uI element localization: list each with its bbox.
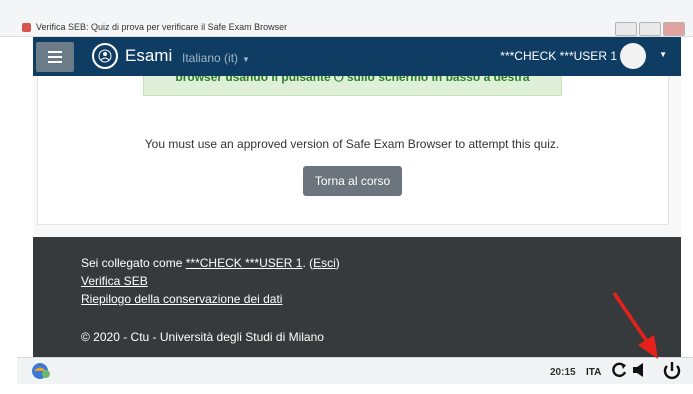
menu-toggle-button[interactable] bbox=[36, 42, 74, 72]
back-to-course-button[interactable]: Torna al corso bbox=[303, 166, 402, 196]
profile-link[interactable]: ***CHECK ***USER 1 bbox=[186, 256, 303, 270]
logout-link[interactable]: Esci bbox=[313, 256, 336, 270]
hamburger-icon bbox=[48, 51, 62, 63]
language-label: Italiano (it) bbox=[182, 51, 239, 65]
logged-in-info: Sei collegato come ***CHECK ***USER 1. (… bbox=[81, 256, 340, 270]
seb-required-message: You must use an approved version of Safe… bbox=[144, 137, 560, 151]
site-brand[interactable]: Esami bbox=[125, 46, 172, 66]
maximize-button[interactable] bbox=[639, 22, 661, 36]
logged-close: ) bbox=[335, 256, 340, 270]
privacy-line: Riepilogo della conservazione dei dati bbox=[81, 292, 282, 306]
avatar[interactable] bbox=[620, 43, 646, 69]
copyright: © 2020 - Ctu - Università degli Studi di… bbox=[81, 330, 324, 344]
window-controls bbox=[615, 22, 685, 36]
university-logo-icon[interactable] bbox=[92, 43, 118, 69]
window-titlebar: Verifica SEB: Quiz di prova per verifica… bbox=[0, 0, 693, 37]
keyboard-layout[interactable]: ITA bbox=[586, 367, 601, 378]
chevron-down-icon: ▼ bbox=[242, 55, 250, 64]
alert-text: browser usando il pulsante ⏻ sullo scher… bbox=[175, 76, 530, 84]
minimize-button[interactable] bbox=[615, 22, 637, 36]
verify-seb-line: Verifica SEB bbox=[81, 274, 148, 288]
seb-start-icon[interactable] bbox=[30, 362, 52, 380]
seb-alert: browser usando il pulsante ⏻ sullo scher… bbox=[143, 76, 562, 96]
annotation-arrow-icon bbox=[612, 292, 658, 359]
clock: 20:15 bbox=[550, 367, 576, 378]
app-icon bbox=[22, 23, 31, 32]
top-navbar: Esami Italiano (it) ▼ ***CHECK ***USER 1 … bbox=[33, 37, 681, 76]
close-window-button[interactable] bbox=[663, 22, 685, 36]
logged-prefix: Sei collegato come bbox=[81, 256, 186, 270]
seb-browser-window: Verifica SEB: Quiz di prova per verifica… bbox=[0, 0, 693, 394]
window-title: Verifica SEB: Quiz di prova per verifica… bbox=[36, 22, 288, 32]
page-footer: Sei collegato come ***CHECK ***USER 1. (… bbox=[33, 237, 681, 357]
verify-seb-link[interactable]: Verifica SEB bbox=[81, 274, 148, 288]
user-menu-name[interactable]: ***CHECK ***USER 1 bbox=[500, 49, 617, 63]
user-menu-chevron-icon[interactable]: ▼ bbox=[659, 50, 667, 59]
logged-separator: . ( bbox=[302, 256, 314, 270]
data-retention-link[interactable]: Riepilogo della conservazione dei dati bbox=[81, 292, 282, 306]
language-selector[interactable]: Italiano (it) ▼ bbox=[182, 51, 250, 65]
seb-taskbar: 20:15 ITA bbox=[17, 357, 693, 384]
logo-emblem-icon bbox=[98, 49, 112, 63]
